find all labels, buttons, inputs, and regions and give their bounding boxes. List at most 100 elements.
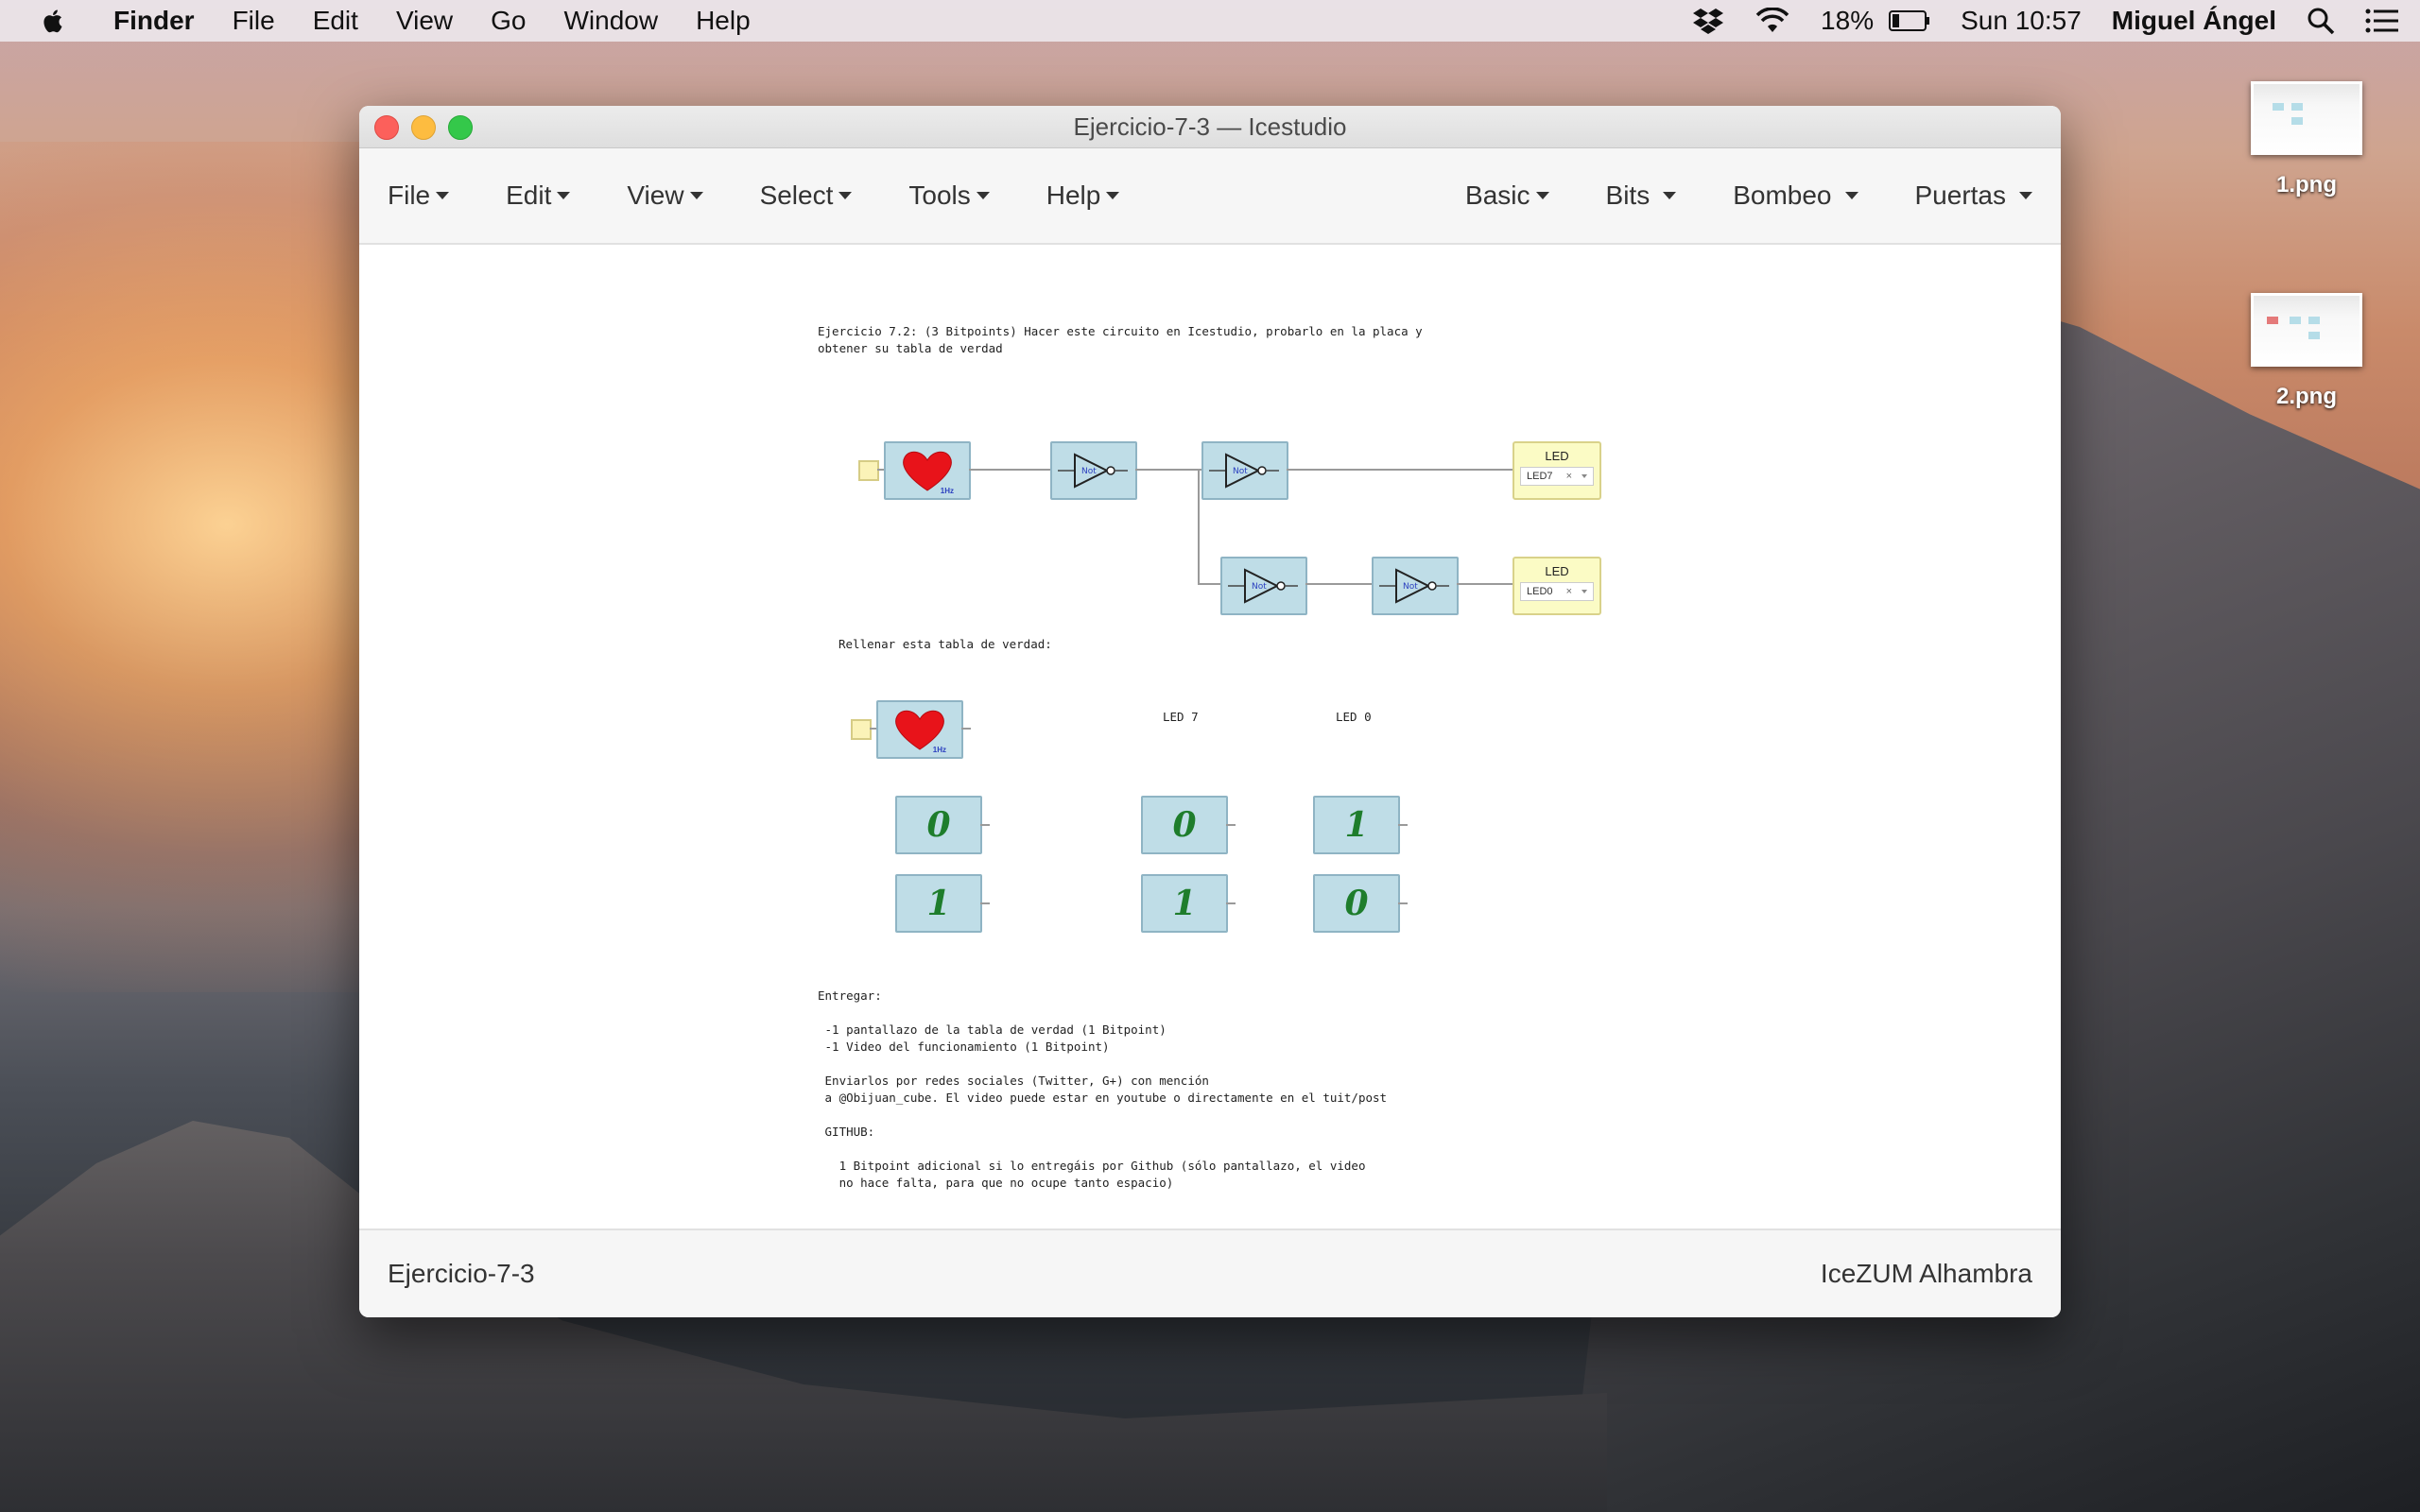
gate-type-label: Not	[1233, 467, 1248, 476]
menubar-app-name[interactable]: Finder	[95, 0, 214, 42]
battery-percentage[interactable]: 18%	[1806, 0, 1889, 42]
menu-tools[interactable]: Tools	[880, 180, 1017, 211]
led-pin-select[interactable]: LED7 ×	[1520, 467, 1594, 486]
menu-label: File	[388, 180, 431, 210]
menu-select[interactable]: Select	[732, 180, 881, 211]
heart-icon	[895, 710, 944, 750]
file-thumbnail	[2251, 293, 2362, 367]
led-output-block[interactable]: LED LED0 ×	[1512, 557, 1601, 615]
not-gate-icon: Not	[1209, 453, 1279, 489]
not-gate-block[interactable]: Not	[1220, 557, 1307, 615]
menu-label: Select	[759, 180, 834, 210]
clock-1hz-block[interactable]: 1Hz	[876, 700, 963, 759]
apple-icon[interactable]	[40, 7, 68, 35]
clock-frequency-label: 1Hz	[932, 746, 946, 754]
file-name: 1.png	[2276, 172, 2337, 198]
caret-down-icon	[436, 192, 450, 199]
not-gate-block[interactable]: Not	[1201, 441, 1288, 500]
menu-bits[interactable]: Bits	[1578, 180, 1705, 211]
menu-label: Basic	[1465, 180, 1530, 210]
board-name[interactable]: IceZUM Alhambra	[1792, 1259, 2061, 1289]
menu-label: Help	[1046, 180, 1101, 210]
menu-file[interactable]: File	[359, 180, 477, 211]
file-thumbnail	[2251, 81, 2362, 155]
menu-puertas[interactable]: Puertas	[1887, 180, 2062, 211]
dropbox-icon[interactable]	[1677, 7, 1739, 35]
led-pin-value: LED0	[1527, 586, 1553, 597]
input-pin[interactable]	[858, 460, 879, 481]
bit-block[interactable]: 0	[1313, 874, 1400, 933]
menubar-file[interactable]: File	[214, 0, 294, 42]
bit-value: 0	[926, 805, 951, 845]
gate-type-label: Not	[1081, 467, 1097, 476]
bit-value: 1	[926, 884, 951, 923]
window-titlebar[interactable]: Ejercicio-7-3 — Icestudio	[359, 106, 2061, 148]
bit-value: 0	[1172, 805, 1197, 845]
not-gate-icon: Not	[1379, 568, 1449, 604]
bit-block[interactable]: 1	[1313, 796, 1400, 854]
bit-value: 1	[1344, 805, 1369, 845]
menubar-help[interactable]: Help	[677, 0, 769, 42]
menu-label: Bombeo	[1733, 180, 1832, 210]
gate-type-label: Not	[1252, 582, 1267, 592]
menubar-edit[interactable]: Edit	[294, 0, 377, 42]
input-pin[interactable]	[851, 719, 872, 740]
menu-help[interactable]: Help	[1018, 180, 1149, 211]
clock[interactable]: Sun 10:57	[1945, 0, 2097, 42]
menu-label: Tools	[908, 180, 971, 210]
battery-icon[interactable]	[1889, 9, 1945, 32]
icestudio-window: Ejercicio-7-3 — Icestudio File Edit View…	[359, 106, 2061, 1317]
menubar-view[interactable]: View	[377, 0, 472, 42]
not-gate-block[interactable]: Not	[1372, 557, 1459, 615]
gate-type-label: Not	[1403, 582, 1418, 592]
clear-icon[interactable]: ×	[1566, 583, 1572, 600]
not-gate-block[interactable]: Not	[1050, 441, 1137, 500]
led-pin-value: LED7	[1527, 471, 1553, 482]
led-label: LED	[1545, 449, 1569, 463]
bit-block[interactable]: 1	[1141, 874, 1228, 933]
caret-down-icon	[557, 192, 571, 199]
deliverables-text: Entregar: -1 pantallazo de la tabla de v…	[818, 988, 1388, 1190]
spotlight-search-icon[interactable]	[2291, 7, 2350, 35]
window-title: Ejercicio-7-3 — Icestudio	[1073, 112, 1347, 141]
menubar-go[interactable]: Go	[472, 0, 544, 42]
desktop-file[interactable]: 1.png	[2231, 81, 2382, 198]
bit-block[interactable]: 1	[895, 874, 982, 933]
menu-view[interactable]: View	[598, 180, 731, 211]
caret-down-icon	[1106, 192, 1120, 199]
intro-text: Ejercicio 7.2: (3 Bitpoints) Hacer este …	[818, 324, 1423, 355]
menu-label: View	[627, 180, 684, 210]
led-label: LED	[1545, 564, 1569, 578]
project-name: Ejercicio-7-3	[388, 1259, 535, 1288]
menu-edit[interactable]: Edit	[477, 180, 598, 211]
not-gate-icon: Not	[1058, 453, 1128, 489]
caret-down-icon	[2019, 192, 2032, 199]
not-gate-icon: Not	[1228, 568, 1298, 604]
chevron-down-icon[interactable]	[1582, 590, 1587, 593]
bit-block[interactable]: 0	[1141, 796, 1228, 854]
user-name[interactable]: Miguel Ángel	[2097, 0, 2291, 42]
clock-1hz-block[interactable]: 1Hz	[884, 441, 971, 500]
clear-icon[interactable]: ×	[1566, 468, 1572, 485]
notification-center-icon[interactable]	[2350, 8, 2420, 34]
table-header-led7: LED 7	[1163, 710, 1199, 724]
close-window-button[interactable]	[374, 115, 399, 140]
clock-frequency-label: 1Hz	[940, 487, 954, 495]
menu-bombeo[interactable]: Bombeo	[1704, 180, 1886, 211]
menu-basic[interactable]: Basic	[1437, 180, 1577, 211]
led-pin-select[interactable]: LED0 ×	[1520, 582, 1594, 601]
caret-down-icon	[838, 192, 853, 199]
menubar-window[interactable]: Window	[544, 0, 677, 42]
app-menu-toolbar: File Edit View Select Tools Help Basic B…	[359, 148, 2061, 245]
chevron-down-icon[interactable]	[1582, 474, 1587, 478]
circuit-canvas[interactable]: Ejercicio 7.2: (3 Bitpoints) Hacer este …	[359, 245, 2061, 1231]
led-output-block[interactable]: LED LED7 ×	[1512, 441, 1601, 500]
zoom-window-button[interactable]	[448, 115, 473, 140]
caret-down-icon	[1844, 192, 1858, 199]
wifi-icon[interactable]	[1739, 8, 1806, 34]
minimize-window-button[interactable]	[411, 115, 436, 140]
heart-icon	[903, 451, 952, 491]
bit-block[interactable]: 0	[895, 796, 982, 854]
desktop-file[interactable]: 2.png	[2231, 293, 2382, 410]
bit-value: 1	[1172, 884, 1197, 923]
